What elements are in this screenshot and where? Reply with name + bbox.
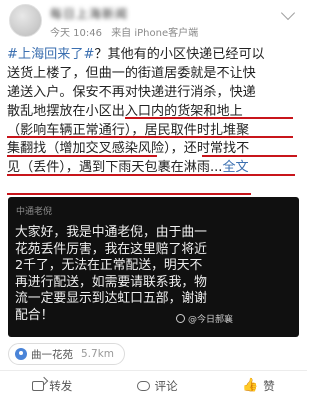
post-header: 每日上海新闻 今天 10:46 来自 iPhone客户端: [0, 0, 307, 42]
underline-mark: [7, 193, 251, 195]
watermark: @今日郝襄: [176, 312, 233, 325]
location-pin-icon: [15, 348, 27, 360]
hashtag-link[interactable]: #上海回来了#: [7, 47, 94, 62]
post-meta: 今天 10:46 来自 iPhone客户端: [50, 24, 204, 39]
media-source-label: 中通老倪: [16, 207, 53, 217]
underline-mark: [202, 155, 297, 157]
underline-mark: [7, 174, 295, 176]
avatar[interactable]: [9, 4, 42, 37]
comment-button[interactable]: 评论: [136, 378, 178, 394]
share-icon: [32, 380, 45, 391]
embedded-image[interactable]: 中通老倪 大家好，我是中通老倪，由于曲一 花苑丢件厉害，我在这里赔了将近 2千了…: [8, 197, 299, 337]
location-name: 曲一花苑: [31, 348, 73, 361]
post-line: 送货上楼了，但曲一的街道居委就是不让快: [7, 65, 256, 81]
post-line: #上海回来了#？其他有的小区快递已经可以: [7, 47, 265, 62]
location-distance: 5.7km: [81, 348, 115, 360]
post-time: 今天 10:46: [50, 28, 102, 39]
username[interactable]: 每日上海新闻: [50, 5, 128, 21]
underline-mark: [125, 117, 293, 119]
action-bar: 转发 评论 👍 赞: [0, 371, 307, 400]
underline-mark: [7, 136, 293, 138]
underline-mark: [7, 155, 157, 157]
post-line: 递送入户。保安不再对快递进行消杀，快递: [7, 84, 256, 100]
thumbs-up-icon: 👍: [242, 378, 259, 393]
share-button[interactable]: 转发: [32, 378, 72, 394]
camera-icon: [176, 314, 185, 323]
comment-icon: [136, 380, 150, 391]
like-button[interactable]: 👍 赞: [242, 378, 275, 394]
location-chip[interactable]: 曲一花苑 5.7km: [8, 343, 126, 365]
post-text: #上海回来了#？其他有的小区快递已经可以 送货上楼了，但曲一的街道居委就是不让快…: [7, 46, 301, 195]
media-text: 大家好，我是中通老倪，由于曲一 花苑丢件厉害，我在这里赔了将近 2千了，无法在正…: [15, 225, 207, 323]
post-source: 来自 iPhone客户端: [111, 28, 199, 39]
chevron-down-icon[interactable]: [280, 5, 296, 21]
